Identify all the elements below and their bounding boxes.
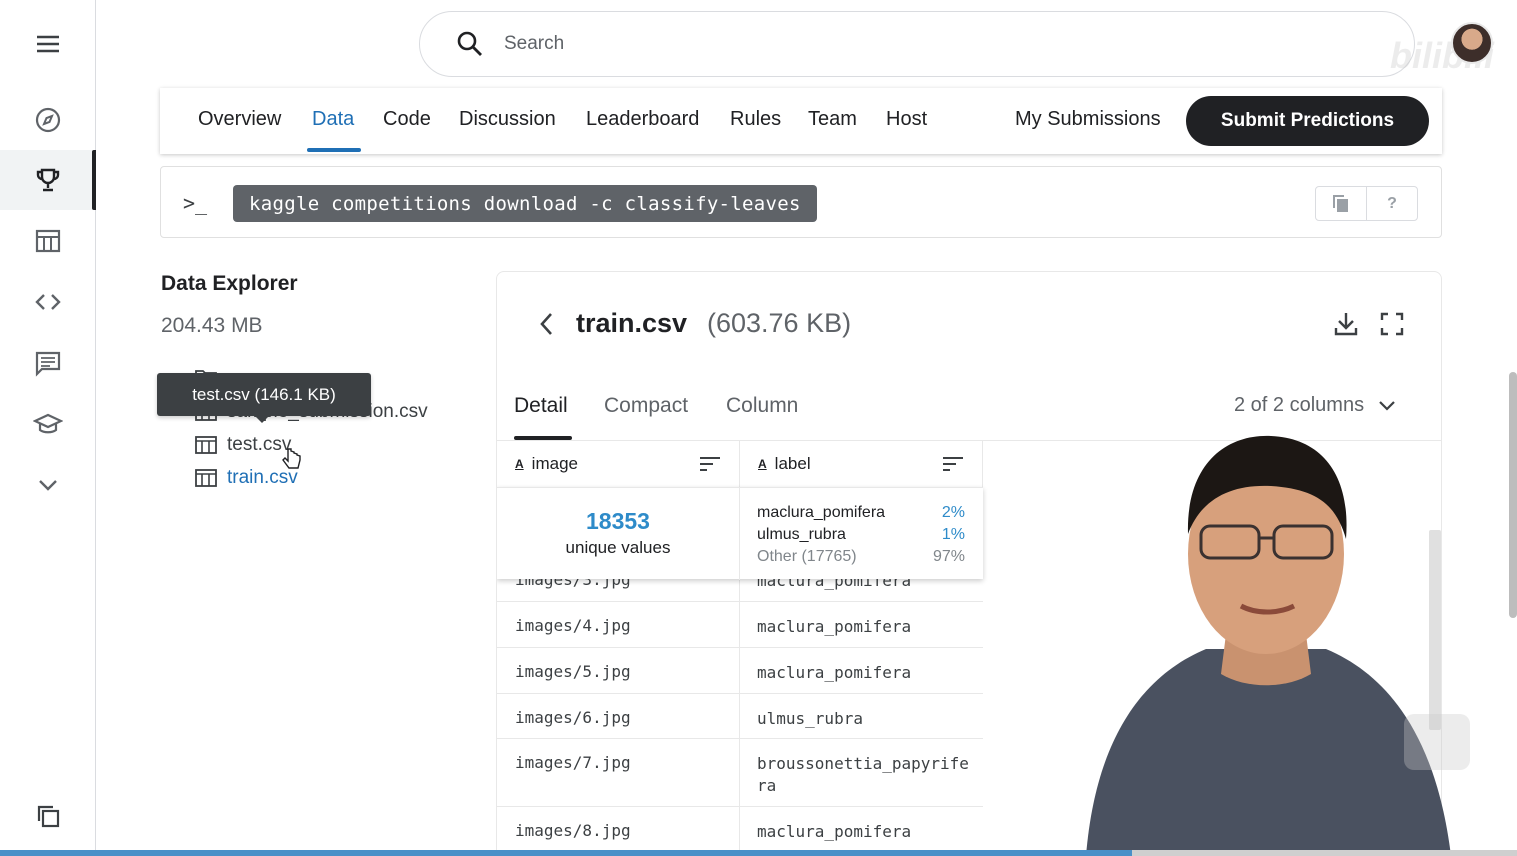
image-cell: images/4.jpg [515,616,631,635]
file-row-test[interactable]: test.csv [195,434,291,456]
string-type-icon: A [758,457,767,471]
columns-selector[interactable]: 2 of 2 columns [1234,394,1396,417]
unique-values-summary: 18353 unique values [497,488,740,580]
page-scrollbar[interactable] [1509,372,1517,618]
file-size: (603.76 KB) [707,308,852,338]
search-bar[interactable] [419,11,1415,77]
trophy-icon[interactable] [0,150,96,210]
sort-icon[interactable] [942,455,964,473]
presenter-video-overlay [1086,435,1470,856]
school-icon[interactable] [0,394,96,454]
back-arrow-icon[interactable] [537,310,557,338]
table-file-icon [195,469,217,487]
top-value-row: ulmus_rubra 1% [757,526,965,544]
label-cell: maclura_pomifera [757,663,912,682]
download-command[interactable]: kaggle competitions download -c classify… [233,185,817,222]
image-cell: images/6.jpg [515,708,631,727]
tab-detail[interactable]: Detail [514,394,568,418]
tab-host[interactable]: Host [886,108,927,131]
image-cell: images/7.jpg [515,753,631,772]
tab-team[interactable]: Team [808,108,857,131]
compass-icon[interactable] [0,90,96,150]
help-button[interactable]: ? [1366,187,1417,220]
left-nav-rail [0,0,96,856]
value: Other (17765) [757,548,857,565]
copy-icon[interactable] [1316,187,1366,220]
percent: 2% [941,504,965,521]
terminal-icon: >_ [183,191,208,215]
menu-icon[interactable] [0,14,96,74]
tab-data[interactable]: Data [312,108,354,131]
column-name: label [774,454,811,473]
label-cell: maclura_pomifera [757,617,912,636]
fullscreen-icon[interactable] [1379,310,1405,338]
tab-column[interactable]: Column [726,394,798,418]
tab-discussion[interactable]: Discussion [459,108,556,131]
column-summary: 18353 unique values maclura_pomifera 2% … [497,487,983,580]
tab-compact[interactable]: Compact [604,394,688,418]
active-tab-indicator [307,148,361,152]
sort-icon[interactable] [699,455,721,473]
code-icon[interactable] [0,272,96,332]
column-header-image[interactable]: A image [497,441,740,487]
tab-overview[interactable]: Overview [198,108,281,131]
video-progress-bar[interactable] [0,850,1132,856]
table-icon[interactable] [0,211,96,271]
label-cell: broussonettia_papyrifera [757,754,969,795]
columns-selector-label: 2 of 2 columns [1234,394,1365,416]
data-explorer-title: Data Explorer [161,272,298,295]
percent: 97% [932,548,965,565]
command-actions: ? [1315,186,1418,221]
table-row[interactable]: images/7.jpg broussonettia_papyrifera [497,739,983,807]
api-command-panel: >_ kaggle competitions download -c class… [160,166,1442,238]
other-values-row: Other (17765) 97% [757,548,965,566]
table-row[interactable]: images/4.jpg maclura_pomifera [497,602,983,648]
my-submissions-link[interactable]: My Submissions [1015,108,1161,131]
search-input[interactable] [504,33,1104,55]
competition-tab-bar: Overview Data Code Discussion Leaderboar… [160,88,1442,154]
discussion-icon[interactable] [0,333,96,393]
column-header-label[interactable]: A label [740,441,983,487]
value: ulmus_rubra [757,526,846,543]
unique-count: 18353 [586,508,650,534]
label-cell: ulmus_rubra [757,709,863,728]
tab-code[interactable]: Code [383,108,431,131]
table-row[interactable]: images/8.jpg maclura_pomifera [497,807,983,853]
label-cell: maclura_pomifera [757,822,912,841]
tab-rules[interactable]: Rules [730,108,781,131]
table-row[interactable]: images/5.jpg maclura_pomifera [497,648,983,694]
string-type-icon: A [515,457,524,471]
percent: 1% [941,526,965,543]
tab-leaderboard[interactable]: Leaderboard [586,108,699,131]
chevron-down-icon [1379,400,1395,411]
top-value-row: maclura_pomifera 2% [757,504,965,522]
copy-pages-icon[interactable] [0,786,96,846]
file-title: train.csv [576,308,688,338]
chevron-down-icon[interactable] [0,455,96,515]
unique-label: unique values [565,538,671,557]
table-file-icon [195,436,217,454]
download-icon[interactable] [1333,310,1359,338]
table-row[interactable]: images/6.jpg ulmus_rubra [497,694,983,739]
avatar[interactable] [1451,22,1493,64]
search-icon [457,31,482,56]
submit-predictions-button[interactable]: Submit Predictions [1186,96,1429,146]
column-name: image [531,454,578,473]
file-tooltip: test.csv (146.1 KB) [157,373,371,423]
image-cell: images/8.jpg [515,821,631,840]
dataset-size: 204.43 MB [161,314,263,337]
value: maclura_pomifera [757,504,886,521]
hand-cursor-icon [282,448,301,469]
image-cell: images/5.jpg [515,662,631,681]
